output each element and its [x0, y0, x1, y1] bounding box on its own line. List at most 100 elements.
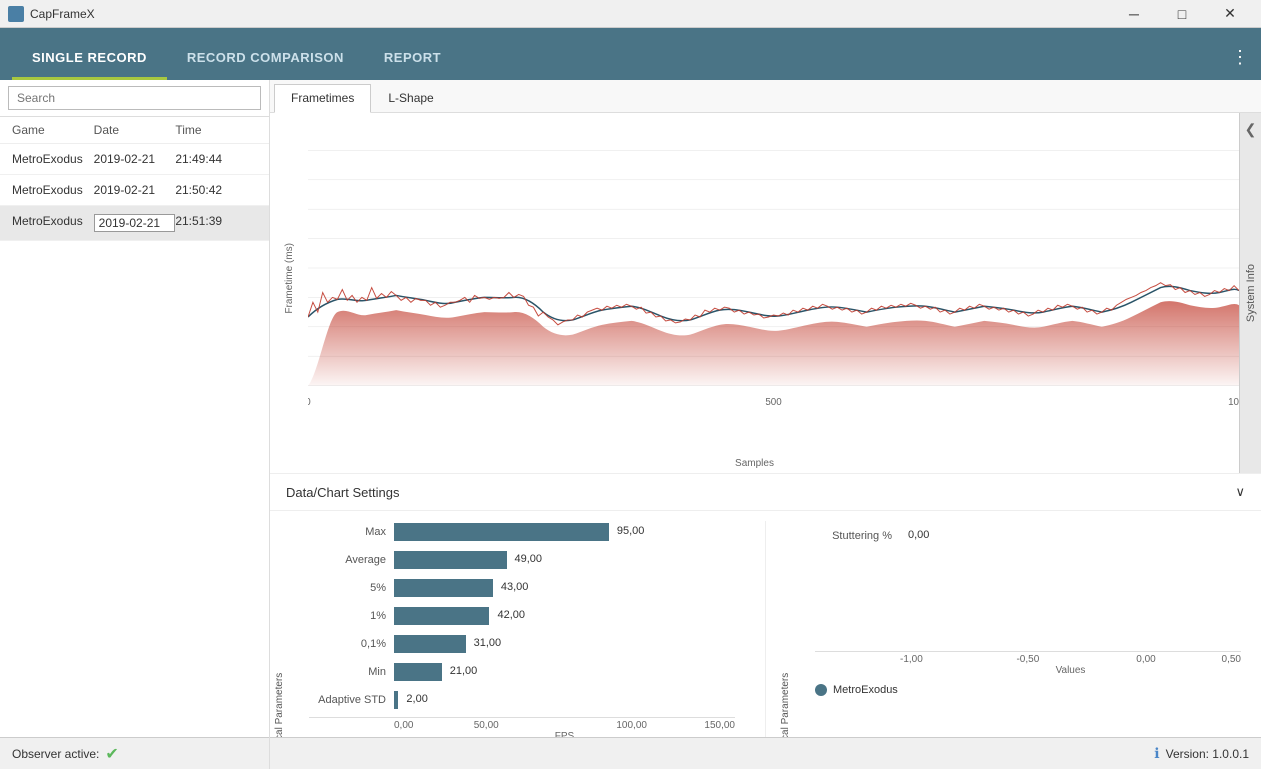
expand-icon[interactable]: ∨ [1235, 484, 1245, 500]
system-info-label: System Info [1245, 264, 1257, 322]
frametimes-chart: 5 10 15 20 25 30 35 40 45 50 0 500 1000 [308, 121, 1239, 415]
x-tick2-2: 0,00 [1071, 654, 1156, 665]
close-button[interactable]: ✕ [1207, 0, 1253, 28]
nav-tabs: SINGLE RECORD RECORD COMPARISON REPORT [12, 36, 461, 80]
legend-right: MetroExodus [815, 676, 1241, 704]
bar-value-5pct: 43,00 [501, 581, 529, 593]
bar-row-std: Adaptive STD 2,00 [309, 689, 735, 711]
chart-container: Frametime (ms) [270, 113, 1239, 473]
bar-row-avg: Average 49,00 [309, 549, 735, 571]
col-date: Date [94, 123, 176, 137]
app-icon [8, 6, 24, 22]
main-layout: Game Date Time MetroExodus 2019-02-21 21… [0, 80, 1261, 769]
bar-track-max: 95,00 [394, 523, 735, 541]
search-input[interactable] [8, 86, 261, 110]
cell-date: 2019-02-21 [94, 152, 176, 166]
table-row[interactable]: MetroExodus 2019-02-21 21:49:44 [0, 144, 269, 175]
bar-fill-min [394, 663, 442, 681]
cell-time: 21:49:44 [175, 152, 257, 166]
title-bar-left: CapFrameX [8, 6, 95, 22]
cell-game: MetroExodus [12, 152, 94, 166]
x-axis2-ticks: -1,00 -0,50 0,00 0,50 [815, 651, 1241, 665]
bar-chart-right: Stuttering % 0,00 -1,00 -0,50 0,00 0,50 … [795, 521, 1261, 737]
maximize-button[interactable]: □ [1159, 0, 1205, 28]
bar-fill-01pct [394, 635, 466, 653]
bar-fill-avg [394, 551, 507, 569]
svg-text:1000: 1000 [1228, 397, 1239, 408]
x-tick-100: 100,00 [559, 720, 704, 731]
cell-game: MetroExodus [12, 183, 94, 197]
bar-label-max: Max [309, 526, 394, 538]
bar-row-max: Max 95,00 [309, 521, 735, 543]
bar-label-5pct: 5% [309, 582, 394, 594]
tab-record-comparison[interactable]: RECORD COMPARISON [167, 36, 364, 80]
values-label: Values [815, 665, 1241, 676]
bar-track-stutter: 0,00 [900, 527, 1241, 545]
table-row-selected[interactable]: MetroExodus 2019-02-21 21:51:39 [0, 206, 269, 241]
nav-bar: SINGLE RECORD RECORD COMPARISON REPORT ⋮ [0, 28, 1261, 80]
minimize-button[interactable]: ─ [1111, 0, 1157, 28]
settings-content: Statistical Parameters Max 95,00 Average [270, 511, 1261, 737]
cell-date: 2019-02-21 [94, 183, 176, 197]
bar-label-min: Min [309, 666, 394, 678]
title-bar: CapFrameX ─ □ ✕ [0, 0, 1261, 28]
bar-label-avg: Average [309, 554, 394, 566]
col-game: Game [12, 123, 94, 137]
app-title: CapFrameX [30, 7, 95, 21]
bar-fill-1pct [394, 607, 489, 625]
legend-dot-right [815, 684, 827, 696]
cell-time: 21:50:42 [175, 183, 257, 197]
bar-track-5pct: 43,00 [394, 579, 735, 597]
chevron-left-icon: ❮ [1245, 121, 1257, 138]
nav-dots-button[interactable]: ⋮ [1231, 47, 1249, 80]
table-row[interactable]: MetroExodus 2019-02-21 21:50:42 [0, 175, 269, 206]
bar-row-min: Min 21,00 [309, 661, 735, 683]
x-tick-0: 0,00 [394, 720, 413, 731]
chart-area: Frametime (ms) [270, 113, 1261, 473]
col-time: Time [175, 123, 257, 137]
table-rows: MetroExodus 2019-02-21 21:49:44 MetroExo… [0, 144, 269, 737]
x-axis-ticks: 0,00 50,00 100,00 150,00 [309, 717, 735, 731]
bar-track-std: 2,00 [394, 691, 735, 709]
x-tick2-1: -0,50 [985, 654, 1070, 665]
divider [765, 521, 766, 737]
cell-date-highlighted: 2019-02-21 [94, 214, 176, 232]
x-tick-50: 50,00 [413, 720, 558, 731]
bar-track-01pct: 31,00 [394, 635, 735, 653]
search-box [0, 80, 269, 117]
bar-value-std: 2,00 [406, 693, 427, 705]
version-bar: ℹ Version: 1.0.0.1 [270, 737, 1261, 769]
tab-lshape[interactable]: L-Shape [371, 84, 450, 112]
bar-chart2-vertical-label: Statistical Parameters [776, 521, 795, 737]
tab-single-record[interactable]: SINGLE RECORD [12, 36, 167, 80]
observer-label: Observer active: [12, 747, 99, 761]
sidebar: Game Date Time MetroExodus 2019-02-21 21… [0, 80, 270, 769]
bar-row-5pct: 5% 43,00 [309, 577, 735, 599]
bar-label-stutter: Stuttering % [815, 530, 900, 542]
settings-section: Data/Chart Settings ∨ Statistical Parame… [270, 473, 1261, 737]
observer-bar: Observer active: ✔ [0, 737, 269, 769]
info-icon: ℹ [1154, 745, 1159, 762]
bar-value-1pct: 42,00 [497, 609, 525, 621]
bar-fill-std [394, 691, 398, 709]
settings-title: Data/Chart Settings [286, 485, 399, 500]
bar-row-01pct: 0,1% 31,00 [309, 633, 735, 655]
bar-value-01pct: 31,00 [474, 637, 502, 649]
bar-row-stutter: Stuttering % 0,00 [815, 525, 1241, 547]
legend-item-right: MetroExodus [815, 684, 898, 696]
bar-chart-vertical-label: Statistical Parameters [270, 521, 289, 737]
bar-track-avg: 49,00 [394, 551, 735, 569]
tab-frametimes[interactable]: Frametimes [274, 84, 371, 113]
cell-time: 21:51:39 [175, 214, 257, 232]
bar-label-std: Adaptive STD [309, 694, 394, 706]
x-axis-label: Samples [735, 458, 774, 469]
x-tick2-3: 0,50 [1156, 654, 1241, 665]
bar-track-min: 21,00 [394, 663, 735, 681]
bar-value-max: 95,00 [617, 525, 645, 537]
system-info-panel[interactable]: ❮ System Info [1239, 113, 1261, 473]
settings-header[interactable]: Data/Chart Settings ∨ [270, 474, 1261, 511]
tab-report[interactable]: REPORT [364, 36, 461, 80]
fps-label: FPS [309, 731, 735, 737]
chart-tabs: Frametimes L-Shape [270, 80, 1261, 113]
cell-game: MetroExodus [12, 214, 94, 232]
